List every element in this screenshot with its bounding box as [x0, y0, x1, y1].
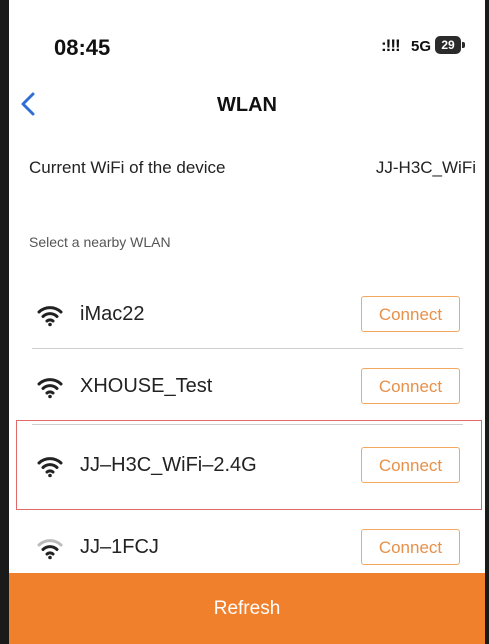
current-wifi-label: Current WiFi of the device: [29, 158, 226, 177]
connect-button[interactable]: Connect: [361, 368, 460, 404]
divider: [32, 348, 463, 349]
phone-screen: 08:45 :!!! 5G 29 WLAN Current WiFi of th…: [9, 0, 485, 644]
wifi-name: XHOUSE_Test: [80, 375, 213, 397]
wifi-list-item: XHOUSE_Test Connect: [9, 358, 485, 416]
wifi-name: iMac22: [80, 303, 145, 325]
wifi-icon: [37, 457, 63, 478]
page-title: WLAN: [217, 94, 277, 116]
wifi-name: JJ–H3C_WiFi–2.4G: [80, 454, 257, 476]
signal-icon: :!!!: [381, 36, 401, 55]
wifi-icon: [37, 306, 63, 327]
status-time: 08:45: [54, 35, 111, 60]
wifi-name: JJ–1FCJ: [80, 536, 159, 558]
connect-button[interactable]: Connect: [361, 296, 460, 332]
section-label: Select a nearby WLAN: [29, 234, 171, 250]
wifi-list-item: iMac22 Connect: [9, 286, 485, 344]
wifi-list-item: JJ–1FCJ Connect: [9, 519, 485, 577]
current-wifi-row: Current WiFi of the device JJ-H3C_WiFi: [9, 150, 485, 186]
wifi-icon: [37, 378, 63, 399]
battery-tip: [462, 42, 465, 48]
nav-bar: WLAN: [9, 80, 485, 128]
wifi-icon: [37, 539, 63, 560]
refresh-button[interactable]: Refresh: [9, 573, 485, 644]
connect-button[interactable]: Connect: [361, 529, 460, 565]
current-wifi-value: JJ-H3C_WiFi: [375, 158, 476, 177]
battery-icon: 29: [435, 36, 461, 54]
network-type: 5G: [411, 38, 432, 55]
connect-button[interactable]: Connect: [361, 447, 460, 483]
status-bar: 08:45 :!!! 5G 29: [9, 0, 485, 72]
wifi-list-item: JJ–H3C_WiFi–2.4G Connect: [9, 437, 485, 495]
